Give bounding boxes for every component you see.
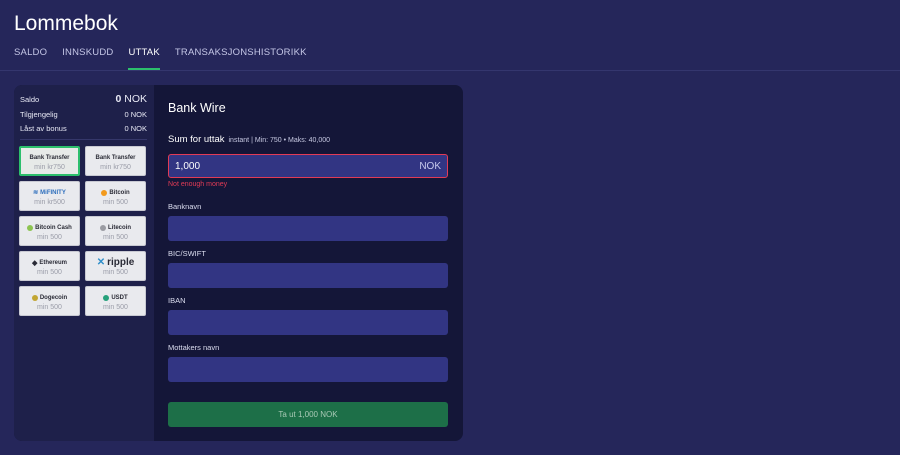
bank-name-label: Banknavn <box>168 202 202 211</box>
tab-transaksjonshistorikk[interactable]: TRANSAKSJONSHISTORIKK <box>175 47 307 70</box>
ripple-icon: ✕ <box>96 257 106 268</box>
method-min: min 500 <box>37 303 62 311</box>
method-usdt[interactable]: USDT min 500 <box>85 286 146 316</box>
mifinity-icon: ≋ <box>33 190 39 196</box>
sum-limits-hint: instant | Min: 750 • Maks: 40,000 <box>228 137 331 144</box>
amount-input[interactable]: 1,000 NOK <box>168 154 448 178</box>
usdt-logo: USDT <box>103 292 128 304</box>
ethereum-logo-text: Ethereum <box>39 259 68 266</box>
method-mifinity[interactable]: ≋ MiFINITY min kr500 <box>19 181 80 211</box>
saldo-label: Saldo <box>20 95 40 104</box>
dogecoin-icon <box>31 294 38 301</box>
bitcoin-cash-logo: Bitcoin Cash <box>27 222 72 234</box>
method-min: min kr500 <box>34 198 65 206</box>
litecoin-logo: Litecoin <box>99 222 131 234</box>
ripple-logo-text: ripple <box>107 257 135 268</box>
litecoin-logo-text: Litecoin <box>107 224 131 231</box>
iban-field[interactable] <box>168 310 448 335</box>
bitcoin-logo: Bitcoin <box>101 187 130 199</box>
method-dogecoin[interactable]: Dogecoin min 500 <box>19 286 80 316</box>
balance-divider <box>20 139 147 140</box>
method-min: min 500 <box>103 303 128 311</box>
method-min: min 500 <box>103 233 128 241</box>
method-bank-transfer[interactable]: Bank Transfer min kr750 <box>19 146 80 176</box>
sum-label: Sum for uttak instant | Min: 750 • Maks: … <box>168 134 330 145</box>
bic-swift-label: BIC/SWIFT <box>168 249 206 258</box>
method-min: min 500 <box>103 268 128 276</box>
dogecoin-logo: Dogecoin <box>31 292 68 304</box>
saldo-row: Saldo 0 NOK <box>20 93 147 105</box>
bank-name-field[interactable] <box>168 216 448 241</box>
method-bitcoin[interactable]: Bitcoin min 500 <box>85 181 146 211</box>
bank-transfer-logo: Bank Transfer <box>29 154 70 161</box>
bitcoin-cash-logo-text: Bitcoin Cash <box>35 224 72 231</box>
bic-swift-field[interactable] <box>168 263 448 288</box>
usdt-logo-text: USDT <box>111 294 128 301</box>
method-ripple[interactable]: ✕ ripple min 500 <box>85 251 146 281</box>
tab-saldo[interactable]: SALDO <box>14 47 47 70</box>
litecoin-icon <box>99 224 106 231</box>
saldo-value: 0 NOK <box>115 93 147 105</box>
ripple-logo: ✕ ripple <box>97 257 135 269</box>
available-value: 0 NOK <box>124 110 147 119</box>
amount-currency: NOK <box>419 160 441 172</box>
method-ethereum[interactable]: ◆ Ethereum min 500 <box>19 251 80 281</box>
amount-value: 1,000 <box>175 160 201 172</box>
method-bitcoin-cash[interactable]: Bitcoin Cash min 500 <box>19 216 80 246</box>
dogecoin-logo-text: Dogecoin <box>39 294 68 301</box>
method-min: min 500 <box>37 268 62 276</box>
recipient-name-label: Mottakers navn <box>168 343 220 352</box>
method-min: min kr750 <box>34 163 65 171</box>
available-row: Tilgjengelig 0 NOK <box>20 110 147 119</box>
iban-label: IBAN <box>168 296 186 305</box>
saldo-amount: 0 <box>115 93 122 105</box>
locked-row: Låst av bonus 0 NOK <box>20 124 147 133</box>
locked-value: 0 NOK <box>124 124 147 133</box>
tabs-divider <box>0 70 900 71</box>
method-min: min kr750 <box>100 163 131 171</box>
ethereum-logo: ◆ Ethereum <box>32 257 67 269</box>
payment-methods-grid: Bank Transfer min kr750 Bank Transfer mi… <box>19 146 146 316</box>
tether-icon <box>103 294 110 301</box>
withdraw-method-heading: Bank Wire <box>168 101 226 115</box>
available-label: Tilgjengelig <box>20 110 58 119</box>
withdraw-button[interactable]: Ta ut 1,000 NOK <box>168 402 448 427</box>
bitcoin-cash-icon <box>27 224 34 231</box>
amount-error: Not enough money <box>168 181 228 188</box>
bank-transfer-logo: Bank Transfer <box>95 154 136 161</box>
method-min: min 500 <box>37 233 62 241</box>
sum-label-text: Sum for uttak <box>168 134 225 145</box>
recipient-name-field[interactable] <box>168 357 448 382</box>
method-litecoin[interactable]: Litecoin min 500 <box>85 216 146 246</box>
saldo-currency: NOK <box>124 93 147 105</box>
locked-label: Låst av bonus <box>20 124 67 133</box>
method-min: min 500 <box>103 198 128 206</box>
bitcoin-logo-text: Bitcoin <box>109 189 130 196</box>
page-title: Lommebok <box>14 12 118 35</box>
ethereum-icon: ◆ <box>31 259 38 267</box>
bitcoin-icon <box>101 189 108 196</box>
mifinity-logo-text: MiFINITY <box>40 189 66 196</box>
mifinity-logo: ≋ MiFINITY <box>33 187 66 199</box>
payment-method-panel: Saldo 0 NOK Tilgjengelig 0 NOK Låst av b… <box>14 85 154 441</box>
method-bank-transfer-2[interactable]: Bank Transfer min kr750 <box>85 146 146 176</box>
tab-innskudd[interactable]: INNSKUDD <box>62 47 113 70</box>
wallet-tabs: SALDO INNSKUDD UTTAK TRANSAKSJONSHISTORI… <box>14 47 322 70</box>
withdraw-card: Saldo 0 NOK Tilgjengelig 0 NOK Låst av b… <box>14 85 463 441</box>
tab-uttak[interactable]: UTTAK <box>128 47 161 70</box>
